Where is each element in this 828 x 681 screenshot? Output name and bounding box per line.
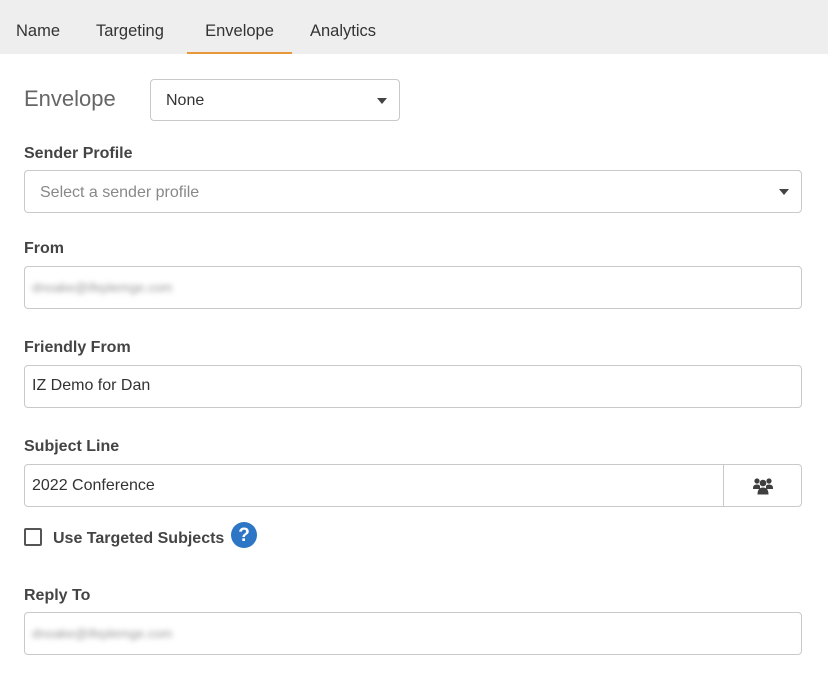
targeted-subjects-checkbox[interactable] [24,528,42,546]
sender-profile-label: Sender Profile [24,145,133,162]
envelope-selected-value: None [166,92,205,109]
subject-personalize-button[interactable] [723,464,802,507]
envelope-label: Envelope [24,86,116,111]
chevron-down-icon [377,98,387,104]
sender-profile-placeholder: Select a sender profile [40,184,200,201]
reply-to-field[interactable]: dnoake@ifeplemge.com [24,612,802,655]
from-field[interactable]: dnoake@ifeplemge.com [24,266,802,309]
reply-to-value-redacted: dnoake@ifeplemge.com [32,626,173,641]
from-value-redacted: dnoake@ifeplemge.com [32,280,173,295]
targeted-subjects-label[interactable]: Use Targeted Subjects [53,530,224,548]
subject-line-field[interactable]: 2022 Conference [24,464,724,507]
envelope-select[interactable]: None [150,79,400,121]
tab-analytics[interactable]: Analytics [310,0,376,54]
friendly-from-value: IZ Demo for Dan [32,377,151,394]
subject-line-group: 2022 Conference [24,464,802,507]
tab-envelope[interactable]: Envelope [187,0,292,54]
users-icon [753,478,773,495]
reply-to-label: Reply To [24,587,91,604]
friendly-from-label: Friendly From [24,339,131,356]
friendly-from-field[interactable]: IZ Demo for Dan [24,365,802,408]
tab-bar: Name Targeting Envelope Analytics [0,0,828,54]
from-label: From [24,240,64,257]
question-circle-icon[interactable]: ? [231,522,257,548]
tab-name[interactable]: Name [16,0,60,54]
tab-targeting[interactable]: Targeting [96,0,164,54]
sender-profile-select[interactable]: Select a sender profile [24,170,802,213]
chevron-down-icon [779,189,789,195]
subject-line-value: 2022 Conference [32,477,155,494]
subject-line-label: Subject Line [24,438,120,455]
